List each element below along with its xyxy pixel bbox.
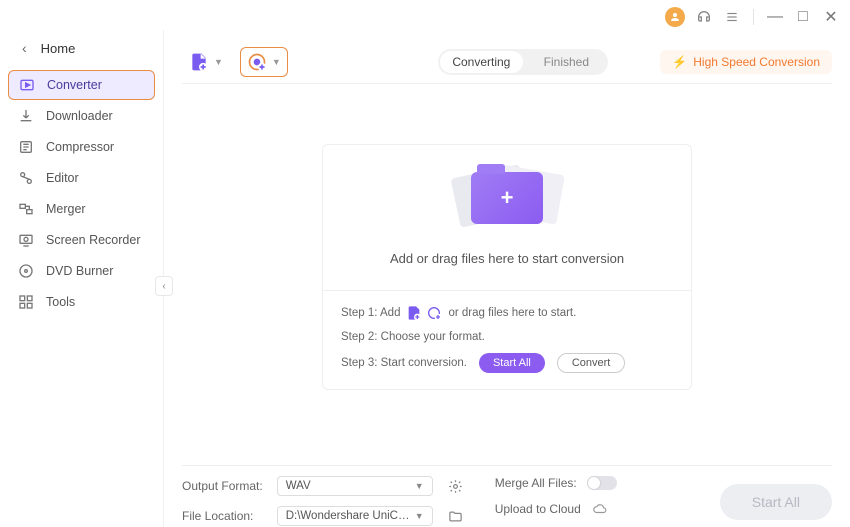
chevron-down-icon: ▼ [272,57,281,67]
add-file-button[interactable]: ▼ [182,47,230,77]
compressor-icon [18,139,34,155]
upload-cloud-label: Upload to Cloud [495,502,581,516]
sidebar-item-label: DVD Burner [46,264,113,278]
back-chevron-icon: ‹ [22,40,27,56]
high-speed-conversion-button[interactable]: ⚡ High Speed Conversion [660,50,832,74]
sidebar-item-label: Compressor [46,140,114,154]
converter-icon [19,77,35,93]
footer: Output Format: WAV ▼ File Location: D:\W… [182,465,832,527]
step3-text: Step 3: Start conversion. [341,357,467,369]
add-disc-mini-icon[interactable] [426,305,442,321]
tab-finished[interactable]: Finished [525,49,608,75]
minimize-button[interactable]: — [766,8,784,26]
sidebar-item-downloader[interactable]: Downloader [0,101,163,131]
home-nav[interactable]: ‹ Home [0,34,163,70]
sidebar-item-label: Downloader [46,109,113,123]
sidebar-item-merger[interactable]: Merger [0,194,163,224]
sidebar-item-screen-recorder[interactable]: Screen Recorder [0,225,163,255]
home-label: Home [41,41,76,56]
convert-mini-button[interactable]: Convert [557,353,626,373]
file-location-select[interactable]: D:\Wondershare UniConverter 1 ▼ [277,506,433,526]
folder-art-icon: + [447,163,567,233]
user-avatar-icon[interactable] [665,7,685,27]
cloud-icon[interactable] [591,502,609,516]
close-button[interactable]: ✕ [822,8,840,26]
collapse-sidebar-button[interactable]: ‹ [155,276,173,296]
file-location-value: D:\Wondershare UniConverter 1 [286,510,415,522]
add-folder-button[interactable]: ▼ [240,47,288,77]
high-speed-label: High Speed Conversion [693,55,820,69]
chevron-down-icon: ▼ [415,511,424,521]
step1-text-a: Step 1: Add [341,307,400,319]
merger-icon [18,201,34,217]
support-icon[interactable] [695,8,713,26]
screen-recorder-icon [18,232,34,248]
sidebar-item-label: Editor [46,171,79,185]
sidebar-item-label: Converter [47,78,102,92]
content: + Add or drag files here to start conver… [164,84,850,465]
maximize-button[interactable]: □ [794,8,812,26]
step-1: Step 1: Add or drag files here to start. [341,305,673,321]
titlebar: — □ ✕ [0,0,850,30]
tab-segment: Converting Finished [438,49,608,75]
bolt-icon: ⚡ [672,55,687,69]
dropzone-title: Add or drag files here to start conversi… [390,251,624,266]
open-folder-icon[interactable] [447,509,465,524]
step-2: Step 2: Choose your format. [341,331,673,343]
sidebar-item-compressor[interactable]: Compressor [0,132,163,162]
output-format-value: WAV [286,480,311,492]
start-all-button[interactable]: Start All [720,484,832,520]
output-settings-icon[interactable] [447,479,465,494]
merge-all-label: Merge All Files: [495,476,577,490]
sidebar-item-label: Merger [46,202,86,216]
main: ▼ ▼ Converting Finished ⚡ High Speed Con… [164,30,850,527]
step-3: Step 3: Start conversion. Start All Conv… [341,353,673,373]
sidebar-item-editor[interactable]: Editor [0,163,163,193]
tools-icon [18,294,34,310]
chevron-down-icon: ▼ [415,481,424,491]
output-format-label: Output Format: [182,479,263,493]
sidebar: ‹ Home Converter Downloader Compressor E… [0,30,164,527]
dvd-burner-icon [18,263,34,279]
toolbar: ▼ ▼ Converting Finished ⚡ High Speed Con… [182,40,832,84]
dropzone[interactable]: + Add or drag files here to start conver… [322,144,692,390]
merge-all-toggle[interactable] [587,476,617,490]
chevron-down-icon: ▼ [214,57,223,67]
output-format-select[interactable]: WAV ▼ [277,476,433,496]
divider [753,9,754,25]
downloader-icon [18,108,34,124]
step1-text-b: or drag files here to start. [448,307,576,319]
sidebar-item-label: Tools [46,295,75,309]
tab-converting[interactable]: Converting [440,51,523,73]
sidebar-item-tools[interactable]: Tools [0,287,163,317]
sidebar-item-converter[interactable]: Converter [8,70,155,100]
start-all-mini-button[interactable]: Start All [479,353,545,373]
sidebar-item-dvd-burner[interactable]: DVD Burner [0,256,163,286]
sidebar-item-label: Screen Recorder [46,233,141,247]
editor-icon [18,170,34,186]
file-location-label: File Location: [182,509,263,523]
add-file-mini-icon[interactable] [406,305,422,321]
menu-icon[interactable] [723,8,741,26]
